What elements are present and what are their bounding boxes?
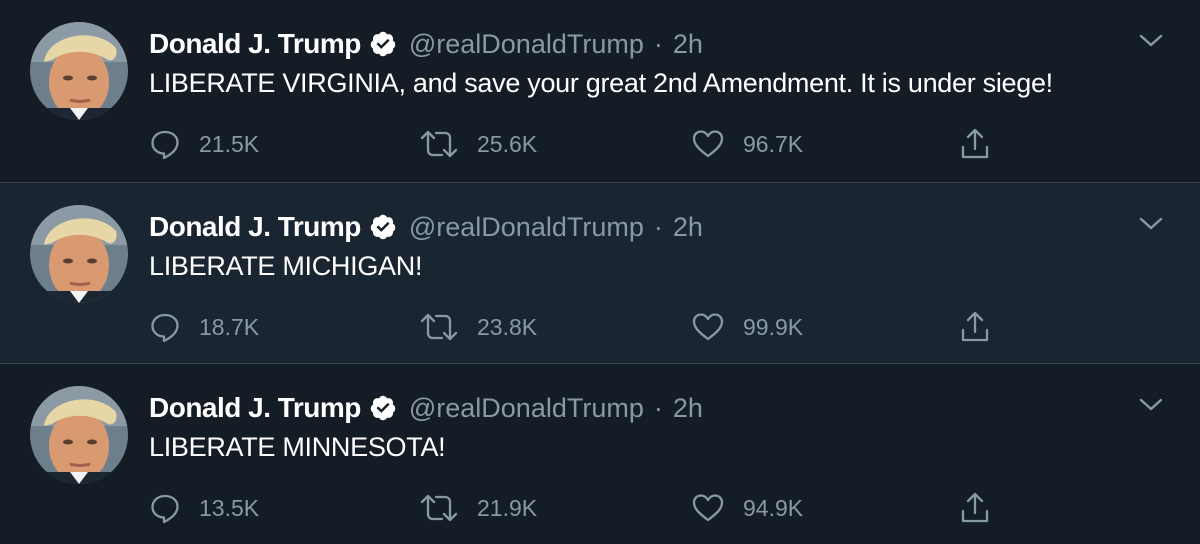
retweet-button[interactable]: 25.6K [419,124,537,164]
like-button[interactable]: 99.9K [691,307,803,347]
tweet-text: LIBERATE MINNESOTA! [149,432,446,462]
share-icon [959,310,991,344]
reply-icon [149,492,181,524]
retweet-count: 25.6K [477,130,538,157]
avatar[interactable] [30,205,128,303]
tweet-actions: 18.7K 23.8K 99.9K [149,307,1049,347]
tweet[interactable]: Donald J. Trump @realDonaldTrump · 2h LI… [0,183,1200,364]
tweet-timestamp[interactable]: 2h [673,393,703,424]
retweet-icon [419,311,459,343]
author-handle[interactable]: @realDonaldTrump [409,393,644,424]
heart-icon [691,128,725,160]
profile-photo-icon [30,22,128,120]
reply-button[interactable]: 18.7K [149,307,259,347]
tweet-timestamp[interactable]: 2h [673,29,703,60]
retweet-button[interactable]: 21.9K [419,488,537,528]
share-icon [959,491,991,525]
author-handle[interactable]: @realDonaldTrump [409,29,644,60]
author-name[interactable]: Donald J. Trump [149,392,361,424]
reply-icon [149,128,181,160]
chevron-down-icon[interactable] [1138,394,1164,414]
tweet-actions: 21.5K 25.6K 96.7K [149,124,1049,164]
reply-button[interactable]: 21.5K [149,124,259,164]
heart-icon [691,311,725,343]
retweet-icon [419,492,459,524]
verified-badge-icon [369,30,397,58]
timeline: Donald J. Trump @realDonaldTrump · 2h LI… [0,0,1200,544]
author-name[interactable]: Donald J. Trump [149,28,361,60]
verified-badge-icon [369,213,397,241]
dot-separator: · [653,211,663,242]
share-icon [959,127,991,161]
retweet-count: 23.8K [477,313,538,340]
retweet-count: 21.9K [477,494,538,521]
tweet-header: Donald J. Trump @realDonaldTrump · 2h [149,26,703,62]
reply-count: 13.5K [199,494,260,521]
share-button[interactable] [959,124,991,164]
like-count: 96.7K [743,130,804,157]
retweet-button[interactable]: 23.8K [419,307,537,347]
profile-photo-icon [30,386,128,484]
verified-badge-icon [369,394,397,422]
chevron-down-icon[interactable] [1138,30,1164,50]
tweet[interactable]: Donald J. Trump @realDonaldTrump · 2h LI… [0,364,1200,544]
tweet-actions: 13.5K 21.9K 94.9K [149,488,1049,528]
author-handle[interactable]: @realDonaldTrump [409,212,644,243]
share-button[interactable] [959,488,991,528]
like-count: 99.9K [743,313,804,340]
tweet-text: LIBERATE MICHIGAN! [149,251,423,281]
tweet[interactable]: Donald J. Trump @realDonaldTrump · 2h LI… [0,0,1200,183]
avatar[interactable] [30,386,128,484]
author-name[interactable]: Donald J. Trump [149,211,361,243]
heart-icon [691,492,725,524]
like-button[interactable]: 94.9K [691,488,803,528]
tweet-header: Donald J. Trump @realDonaldTrump · 2h [149,209,703,245]
reply-icon [149,311,181,343]
chevron-down-icon[interactable] [1138,213,1164,233]
reply-button[interactable]: 13.5K [149,488,259,528]
tweet-timestamp[interactable]: 2h [673,212,703,243]
like-count: 94.9K [743,494,804,521]
dot-separator: · [653,392,663,423]
retweet-icon [419,128,459,160]
profile-photo-icon [30,205,128,303]
reply-count: 21.5K [199,130,260,157]
avatar[interactable] [30,22,128,120]
dot-separator: · [653,28,663,59]
reply-count: 18.7K [199,313,260,340]
like-button[interactable]: 96.7K [691,124,803,164]
tweet-header: Donald J. Trump @realDonaldTrump · 2h [149,390,703,426]
share-button[interactable] [959,307,991,347]
tweet-text: LIBERATE VIRGINIA, and save your great 2… [149,68,1053,98]
